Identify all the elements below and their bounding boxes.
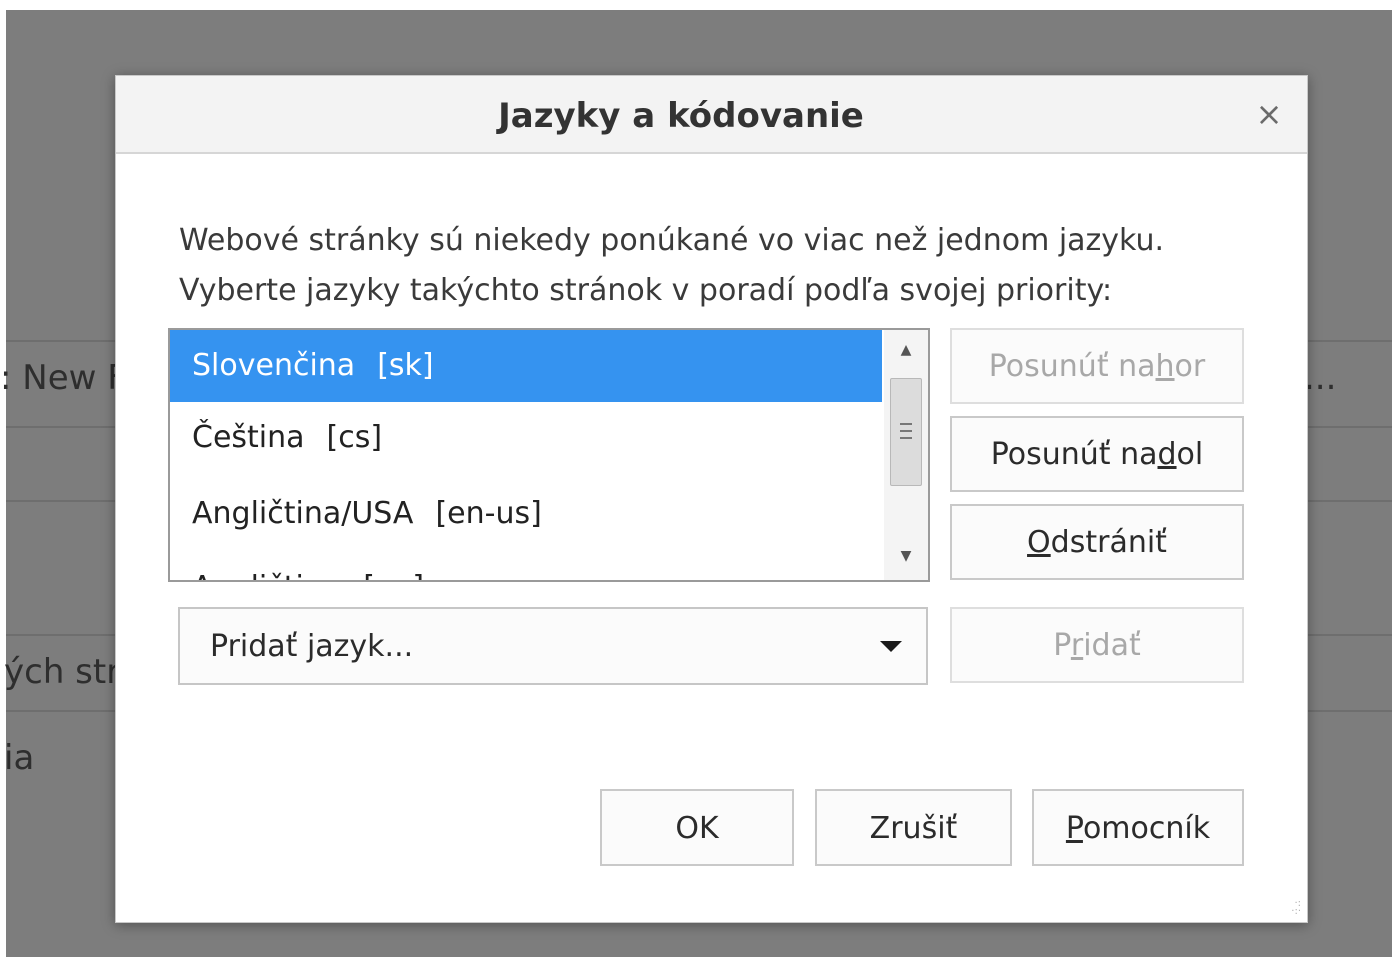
button-label-part: dstrániť [1050,525,1167,560]
language-list[interactable]: Slovenčina [sk] Čeština [cs] Angličtina/US… [168,328,930,582]
chevron-down-icon [880,641,902,652]
button-label-part: or [1174,349,1206,384]
close-icon[interactable]: × [1251,96,1287,132]
language-name: Angličtina/USA [192,496,414,531]
description-line: Vyberte jazyky takýchto stránok v poradí… [179,273,1113,308]
move-up-button[interactable]: Posunúť nahor [950,328,1244,404]
language-name: Angličtina [192,570,341,580]
button-label-part: Posunúť na [990,437,1158,472]
language-code: [cs] [326,420,383,455]
language-code: [en-us] [435,496,542,531]
button-label-part: ol [1176,437,1204,472]
background-text-fragment: : New F [0,358,127,398]
help-button[interactable]: Pomocník [1032,789,1244,866]
background-text-fragment: ia [4,738,35,778]
ok-button[interactable]: OK [600,789,794,866]
language-item-en-us[interactable]: Angličtina/USA [en-us] [170,478,882,550]
button-label-part: omocník [1082,811,1211,846]
button-accesskey: r [1070,628,1084,663]
language-name: Čeština [192,420,305,455]
button-accesskey: h [1155,349,1175,384]
language-item-cs[interactable]: Čeština [cs] [170,402,882,474]
button-accesskey: d [1157,437,1177,472]
background-left-strip [0,0,6,957]
dialog-titlebar: Jazyky a kódovanie × [116,76,1307,154]
language-code: [sk] [377,348,434,383]
resize-grip-icon[interactable]: ·: ·:· [1285,899,1301,917]
select-value: Pridať jazyk... [210,629,414,664]
background-text-fragment: ... [1304,358,1337,398]
language-code: [en] [363,570,424,580]
language-item-en[interactable]: Angličtina [en] [170,552,882,580]
button-label-part: P [1053,628,1071,663]
list-scrollbar[interactable]: ▲ ▼ [884,330,928,580]
move-down-button[interactable]: Posunúť nadol [950,416,1244,492]
add-button[interactable]: Pridať [950,607,1244,683]
cancel-button[interactable]: Zrušiť [815,789,1012,866]
background-top-strip [0,0,1392,10]
dialog-description: Webové stránky sú niekedy ponúkané vo vi… [179,216,1164,316]
button-accesskey: O [1027,525,1051,560]
button-accesskey: P [1065,811,1083,846]
scroll-down-icon[interactable]: ▼ [884,536,928,576]
dialog-title: Jazyky a kódovanie [498,96,864,136]
button-label-part: idať [1083,628,1141,663]
description-line: Webové stránky sú niekedy ponúkané vo vi… [179,223,1165,258]
grip-icon [900,423,912,439]
remove-button[interactable]: Odstrániť [950,504,1244,580]
scrollbar-thumb[interactable] [890,378,922,486]
scroll-up-icon[interactable]: ▲ [884,330,928,370]
background-text-fragment: ých str [4,652,121,692]
button-label-part: Posunúť na [988,349,1156,384]
language-item-sk[interactable]: Slovenčina [sk] [170,330,882,402]
add-language-select[interactable]: Pridať jazyk... [178,607,928,685]
languages-dialog: Jazyky a kódovanie × Webové stránky sú n… [115,75,1308,923]
language-name: Slovenčina [192,348,356,383]
